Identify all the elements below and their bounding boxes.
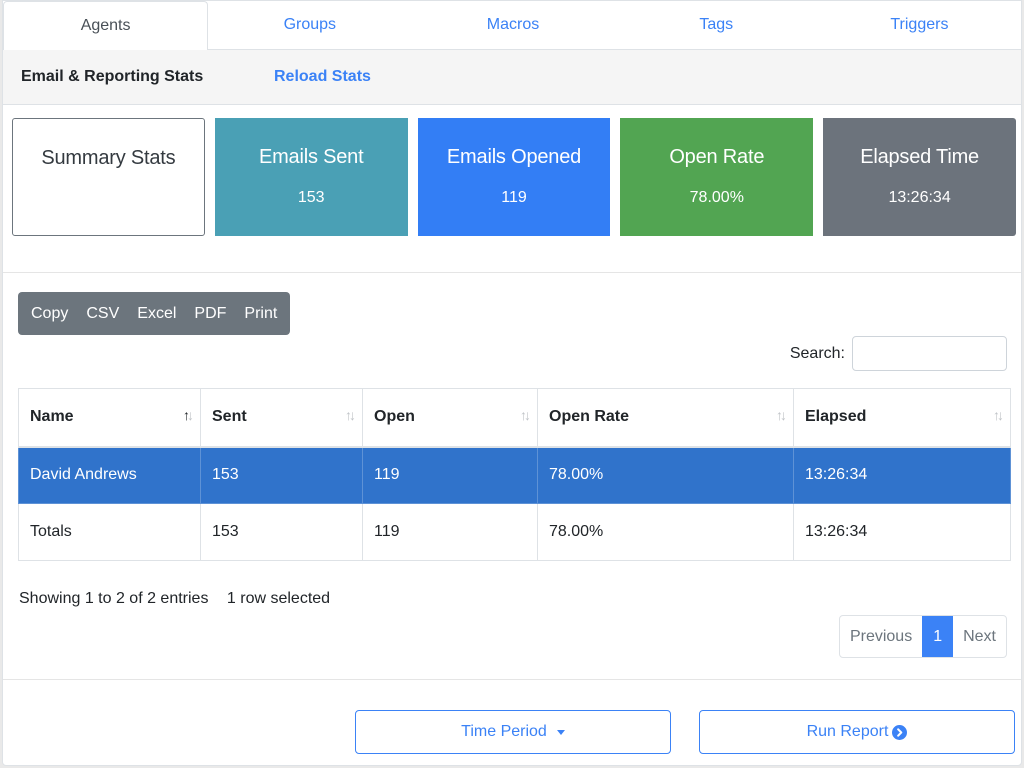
tab-agents[interactable]: Agents <box>3 1 209 50</box>
column-header-open-rate[interactable]: Open Rate ↑↓ <box>537 388 794 448</box>
stats-table: Name ↑↓ Sent ↑↓ Open ↑↓ Open Rate ↑↓ Ela… <box>18 388 1011 561</box>
card-label: Open Rate <box>669 146 765 168</box>
sort-icon: ↑↓ <box>776 407 787 423</box>
cell-elapsed: 13:26:34 <box>793 503 1011 561</box>
card-label: Emails Sent <box>258 146 364 168</box>
column-header-sent[interactable]: Sent ↑↓ <box>200 388 363 448</box>
emails-sent-card: Emails Sent 153 <box>214 118 408 236</box>
chevron-circle-right-icon <box>892 724 908 740</box>
divider <box>3 272 1021 273</box>
cell-sent: 153 <box>200 503 363 561</box>
open-rate-card: Open Rate 78.00% <box>620 118 814 236</box>
card-label: Elapsed Time <box>860 146 979 168</box>
table-info: Showing 1 to 2 of 2 entries 1 row select… <box>19 590 330 608</box>
tab-groups[interactable]: Groups <box>208 1 411 49</box>
cell-open: 119 <box>362 503 538 561</box>
card-value: 78.00% <box>689 189 744 206</box>
table-header-row: Name ↑↓ Sent ↑↓ Open ↑↓ Open Rate ↑↓ Ela… <box>18 388 1011 448</box>
tab-triggers[interactable]: Triggers <box>818 1 1021 49</box>
table-row-totals[interactable]: Totals 153 119 78.00% 13:26:34 <box>18 503 1011 561</box>
column-header-label: Elapsed <box>805 408 867 426</box>
column-header-name[interactable]: Name ↑↓ <box>18 388 201 448</box>
divider <box>3 679 1021 680</box>
caret-down-icon <box>556 729 565 735</box>
cell-sent: 153 <box>200 446 363 504</box>
card-value: 153 <box>297 189 325 206</box>
cell-name: David Andrews <box>18 446 201 504</box>
column-header-label: Sent <box>212 408 247 426</box>
card-label: Summary Stats <box>41 147 176 169</box>
card-label: Emails Opened <box>446 146 582 168</box>
sort-icon: ↑↓ <box>520 407 531 423</box>
cell-elapsed: 13:26:34 <box>793 446 1011 504</box>
time-period-label: Time Period <box>461 723 547 740</box>
sort-ascending-icon: ↑↓ <box>183 407 194 423</box>
next-page-button[interactable]: Next <box>953 616 1006 657</box>
table-row[interactable]: David Andrews 153 119 78.00% 13:26:34 <box>18 446 1011 504</box>
card-value: 13:26:34 <box>888 189 951 206</box>
cell-open-rate: 78.00% <box>537 446 794 504</box>
run-report-button[interactable]: Run Report <box>699 710 1015 754</box>
entries-info: Showing 1 to 2 of 2 entries <box>19 590 209 607</box>
search-input[interactable] <box>852 336 1007 371</box>
cell-open-rate: 78.00% <box>537 503 794 561</box>
emails-opened-card: Emails Opened 119 <box>417 118 611 236</box>
sort-icon: ↑↓ <box>993 407 1004 423</box>
reload-stats-link[interactable]: Reload Stats <box>274 68 371 86</box>
run-report-label: Run Report <box>806 723 889 740</box>
sort-icon: ↑↓ <box>345 407 356 423</box>
pdf-button[interactable]: PDF <box>185 305 235 323</box>
section-header: Email & Reporting Stats Reload Stats <box>3 50 1021 105</box>
column-header-label: Open Rate <box>549 408 630 426</box>
pagination: Previous 1 Next <box>838 615 1007 658</box>
tab-bar: Agents Groups Macros Tags Triggers <box>3 1 1021 50</box>
time-period-dropdown[interactable]: Time Period <box>355 710 671 754</box>
search-label: Search: <box>789 344 845 362</box>
column-header-elapsed[interactable]: Elapsed ↑↓ <box>793 388 1011 448</box>
stats-panel: Agents Groups Macros Tags Triggers Email… <box>2 0 1022 766</box>
page-1-button[interactable]: 1 <box>922 616 954 657</box>
copy-button[interactable]: Copy <box>22 305 77 323</box>
stat-cards: Summary Stats Emails Sent 153 Emails Ope… <box>12 118 1016 236</box>
column-header-label: Name <box>30 408 74 426</box>
csv-button[interactable]: CSV <box>77 305 128 323</box>
search-box: Search: <box>790 336 1007 371</box>
summary-stats-card: Summary Stats <box>12 118 205 236</box>
print-button[interactable]: Print <box>235 305 286 323</box>
elapsed-time-card: Elapsed Time 13:26:34 <box>823 118 1016 236</box>
column-header-label: Open <box>374 408 415 426</box>
cell-open: 119 <box>362 446 538 504</box>
excel-button[interactable]: Excel <box>128 305 185 323</box>
card-value: 119 <box>501 189 527 206</box>
section-title: Email & Reporting Stats <box>21 68 204 85</box>
export-button-group: Copy CSV Excel PDF Print <box>18 292 291 335</box>
tab-tags[interactable]: Tags <box>615 1 818 49</box>
cell-name: Totals <box>18 503 201 561</box>
selection-info: 1 row selected <box>226 590 331 607</box>
tab-macros[interactable]: Macros <box>411 1 614 49</box>
column-header-open[interactable]: Open ↑↓ <box>362 388 538 448</box>
previous-page-button[interactable]: Previous <box>840 616 922 657</box>
